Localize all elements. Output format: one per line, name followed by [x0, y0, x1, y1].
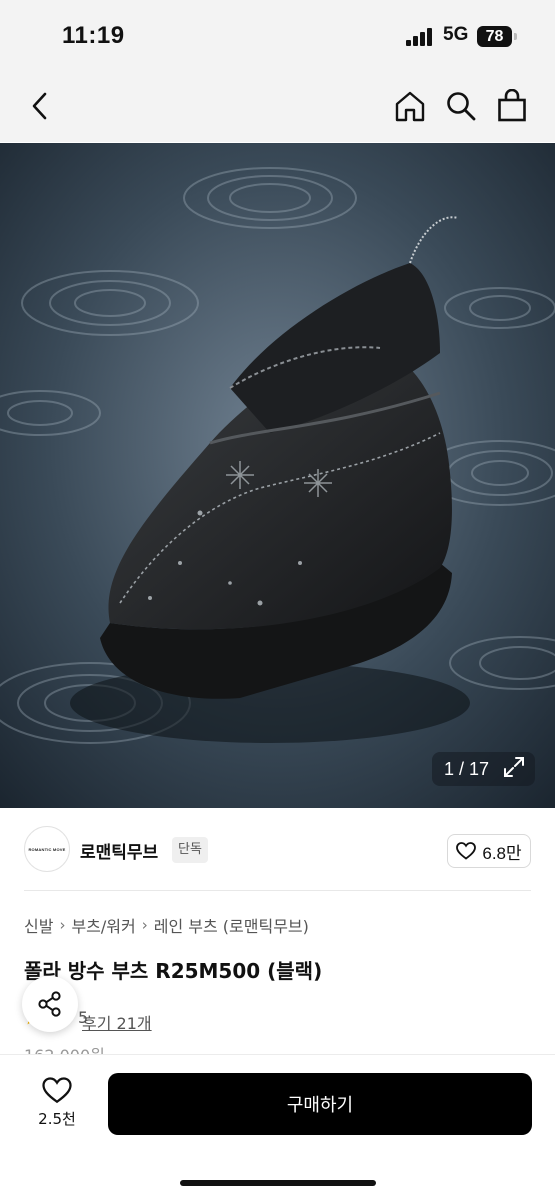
brand-like-count: 6.8만: [482, 843, 522, 863]
network-label: 5G: [443, 24, 469, 45]
image-counter: 1 / 17: [431, 752, 535, 786]
battery-icon: 78: [477, 26, 512, 47]
divider: [24, 890, 531, 891]
breadcrumb-item[interactable]: 신발: [24, 913, 53, 937]
bottom-action-bar: 2.5천 구매하기: [0, 1054, 555, 1200]
product-photo: [0, 143, 555, 808]
home-icon[interactable]: [390, 86, 430, 126]
heart-icon: [456, 842, 477, 860]
review-count-link[interactable]: 후기 21개: [82, 1010, 152, 1034]
status-time: 11:19: [62, 22, 125, 49]
product-title: 폴라 방수 부츠 R25M500 (블랙): [24, 959, 323, 983]
expand-icon[interactable]: [503, 756, 525, 783]
battery-tip: [514, 33, 517, 40]
back-icon[interactable]: [20, 86, 60, 126]
image-counter-label: 1 / 17: [443, 758, 489, 779]
brand-like-button[interactable]: 6.8만: [447, 834, 531, 868]
chevron-right-icon: ›: [59, 916, 66, 934]
breadcrumb-item[interactable]: 부츠/워커: [71, 913, 135, 937]
search-icon[interactable]: [441, 86, 481, 126]
status-bar: 11:19 5G 78: [0, 0, 555, 72]
brand-row: ROMANTIC MOVE 로맨틱무브 단독 6.8만: [0, 820, 555, 882]
wishlist-count: 2.5천: [38, 1110, 76, 1128]
brand-logo-text: ROMANTIC MOVE: [28, 846, 66, 852]
chevron-right-icon: ›: [141, 916, 148, 934]
exclusive-badge: 단독: [172, 837, 208, 863]
heart-icon: [42, 1077, 72, 1104]
breadcrumb: 신발 › 부츠/워커 › 레인 부츠 (로맨틱무브): [24, 913, 309, 937]
home-indicator: [180, 1180, 376, 1186]
signal-icon: [406, 28, 436, 46]
brand-logo[interactable]: ROMANTIC MOVE: [24, 826, 70, 872]
top-nav: [0, 72, 555, 142]
brand-name[interactable]: 로맨틱무브: [80, 838, 158, 863]
share-button[interactable]: [22, 976, 78, 1032]
buy-button[interactable]: 구매하기: [108, 1073, 532, 1135]
shopping-bag-icon[interactable]: [492, 86, 532, 126]
product-image-carousel[interactable]: 1 / 17: [0, 143, 555, 808]
share-icon: [38, 991, 61, 1017]
breadcrumb-item[interactable]: 레인 부츠 (로맨틱무브): [154, 913, 309, 937]
wishlist-button[interactable]: 2.5천: [26, 1073, 88, 1133]
